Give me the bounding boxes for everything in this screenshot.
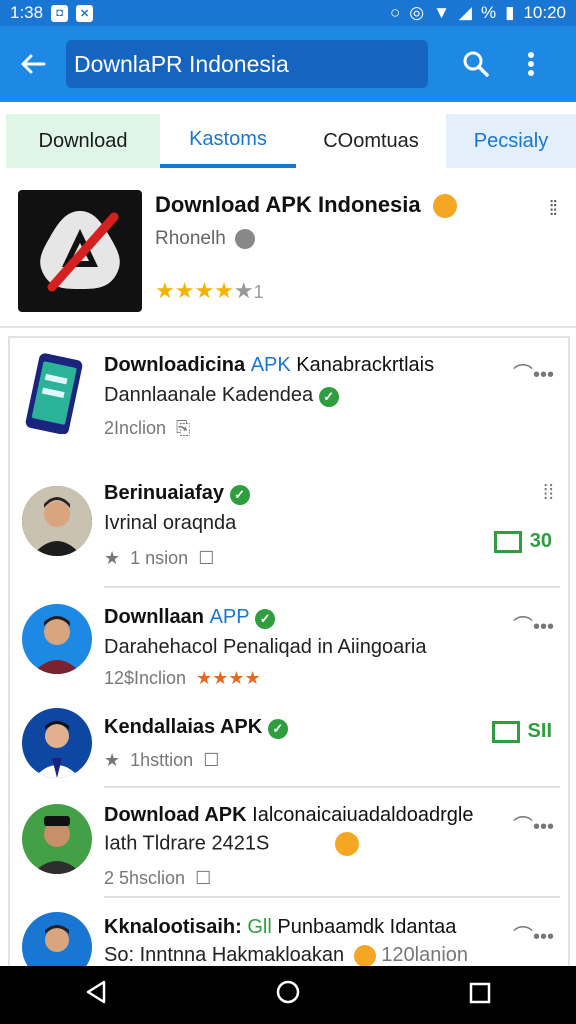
hotspot-icon: ◎ <box>409 3 425 22</box>
rating-stars-icon: ★★★★ <box>196 668 261 688</box>
item-subtitle: Dannlaanale Kadendea ✓ <box>104 384 339 407</box>
tab-download[interactable]: Download <box>6 114 160 168</box>
tab-pecsialy[interactable]: Pecsialy <box>446 114 576 168</box>
avatar <box>22 804 92 874</box>
overflow-menu-icon[interactable] <box>506 26 556 102</box>
avatar <box>22 912 92 966</box>
edit-icon <box>493 530 522 553</box>
battery-icon: ▮ <box>505 3 515 22</box>
nav-back-icon[interactable] <box>66 980 126 1011</box>
app-notification-icon: ✕ <box>76 4 94 22</box>
status-time: 1:38 <box>10 3 44 22</box>
list-item[interactable]: Download APK Ialconaicaiuadaldoadrgle Ia… <box>10 788 568 898</box>
verified-icon: ✓ <box>229 485 250 505</box>
avatar <box>22 604 92 674</box>
item-title: Downloadicina APK Kanabrackrtlais <box>104 354 435 376</box>
list-item[interactable]: Downllaan APP ✓ Darahehacol Penaliqad in… <box>10 588 568 698</box>
nav-recents-icon[interactable] <box>450 980 510 1011</box>
bookmark-icon[interactable]: ☐ <box>198 548 214 569</box>
featured-subtitle: Rhonelh <box>155 228 256 250</box>
battery-percent: % <box>480 3 497 22</box>
verified-icon: ✓ <box>255 609 276 629</box>
star-icon: ★ <box>104 548 121 568</box>
item-title: Download APK Ialconaicaiuadaldoadrgle <box>104 804 474 826</box>
rating-count: 1 <box>253 282 264 302</box>
more-options-icon[interactable]: ⌒••• <box>513 358 554 387</box>
more-options-icon[interactable]: ⌒••• <box>513 810 554 839</box>
verified-icon: ✓ <box>267 719 288 739</box>
wifi-icon: ▼ <box>433 3 450 22</box>
bookmark-icon[interactable]: ⎘ <box>176 418 190 439</box>
item-title: Kendallaias APK ✓ <box>104 716 288 739</box>
featured-rating: ★★★★★1 <box>155 278 264 304</box>
nav-home-icon[interactable] <box>258 980 318 1011</box>
item-subtitle: So: Inntnna Hakmakloakan 120lanion <box>104 944 469 966</box>
more-dots-icon[interactable]: ⁞⁞ <box>549 198 558 221</box>
item-title: Kknalootisaih: Gll Punbaamdk Idantaa <box>104 916 457 938</box>
download-count: 30 <box>493 530 552 553</box>
tab-coomtuas[interactable]: COomtuas <box>296 114 446 168</box>
item-meta: 12$Inclion ★★★★ <box>104 668 261 688</box>
more-dots-icon[interactable]: ⁞⁞ <box>543 482 554 505</box>
featured-title: Download APK Indonesia <box>155 192 457 219</box>
bookmark-icon[interactable]: ☐ <box>195 868 211 889</box>
star-icon: ★ <box>104 750 121 770</box>
item-meta: ★ 1hsttion ☐ <box>104 750 220 771</box>
bookmark-icon[interactable]: ☐ <box>203 750 219 771</box>
more-options-icon[interactable]: ⌒••• <box>513 610 554 639</box>
emoji-icon <box>353 944 376 966</box>
item-title: Berinuaiafay ✓ <box>104 482 250 505</box>
list-item[interactable]: Kknalootisaih: Gll Punbaamdk Idantaa So:… <box>10 898 568 966</box>
globe-icon <box>235 228 256 249</box>
avatar <box>22 486 92 556</box>
notification-icon: ◘ <box>51 4 69 22</box>
more-options-icon[interactable]: ⌒••• <box>513 920 554 949</box>
app-toolbar: DownlaPR Indonesia <box>0 26 576 102</box>
avatar <box>22 708 92 778</box>
app-logo <box>18 190 142 312</box>
status-clock: 10:20 <box>523 3 566 22</box>
tab-bar: Download Kastoms COomtuas Pecsialy <box>6 114 576 168</box>
item-meta: 2 5hsclion ☐ <box>104 868 212 889</box>
item-meta: ★ 1 nsion ☐ <box>104 548 215 569</box>
item-meta: 2Inclion ⎘ <box>104 418 191 439</box>
download-count: SII <box>491 720 552 743</box>
back-arrow-icon[interactable] <box>0 26 66 102</box>
item-meta: 120lanion <box>381 944 469 966</box>
item-title: Downllaan APP ✓ <box>104 606 276 629</box>
featured-app-card[interactable]: Download APK Indonesia Rhonelh ★★★★★1 ⁞⁞ <box>0 180 576 328</box>
star-empty-icon: ★ <box>233 278 254 303</box>
edit-icon <box>491 720 520 743</box>
sync-icon: ○ <box>389 3 401 22</box>
item-subtitle: Ivrinal oraqnda <box>104 512 237 534</box>
status-bar: 1:38 ◘ ✕ ○ ◎ ▼ ◢ % ▮ 10:20 <box>0 0 576 26</box>
signal-icon: ◢ <box>458 3 472 22</box>
search-icon[interactable] <box>446 26 506 102</box>
emoji-icon <box>432 194 457 219</box>
star-icon: ★★★★ <box>155 278 234 303</box>
list-item[interactable]: Kendallaias APK ✓ ★ 1hsttion ☐ SII <box>10 698 568 788</box>
item-subtitle: Iath Tldrare 2421S <box>104 832 359 856</box>
emoji-icon <box>334 832 359 856</box>
tab-kastoms[interactable]: Kastoms <box>160 114 296 168</box>
app-list: Downloadicina APK Kanabrackrtlais Dannla… <box>8 336 570 966</box>
verified-icon: ✓ <box>318 387 339 407</box>
system-nav-bar <box>0 966 576 1024</box>
item-subtitle: Darahehacol Penaliqad in Aiingoaria <box>104 636 427 658</box>
search-input[interactable]: DownlaPR Indonesia <box>66 40 428 88</box>
list-item[interactable]: Berinuaiafay ✓ Ivrinal oraqnda ★ 1 nsion… <box>10 468 568 588</box>
list-item[interactable]: Downloadicina APK Kanabrackrtlais Dannla… <box>10 338 568 468</box>
phone-icon <box>24 352 84 435</box>
